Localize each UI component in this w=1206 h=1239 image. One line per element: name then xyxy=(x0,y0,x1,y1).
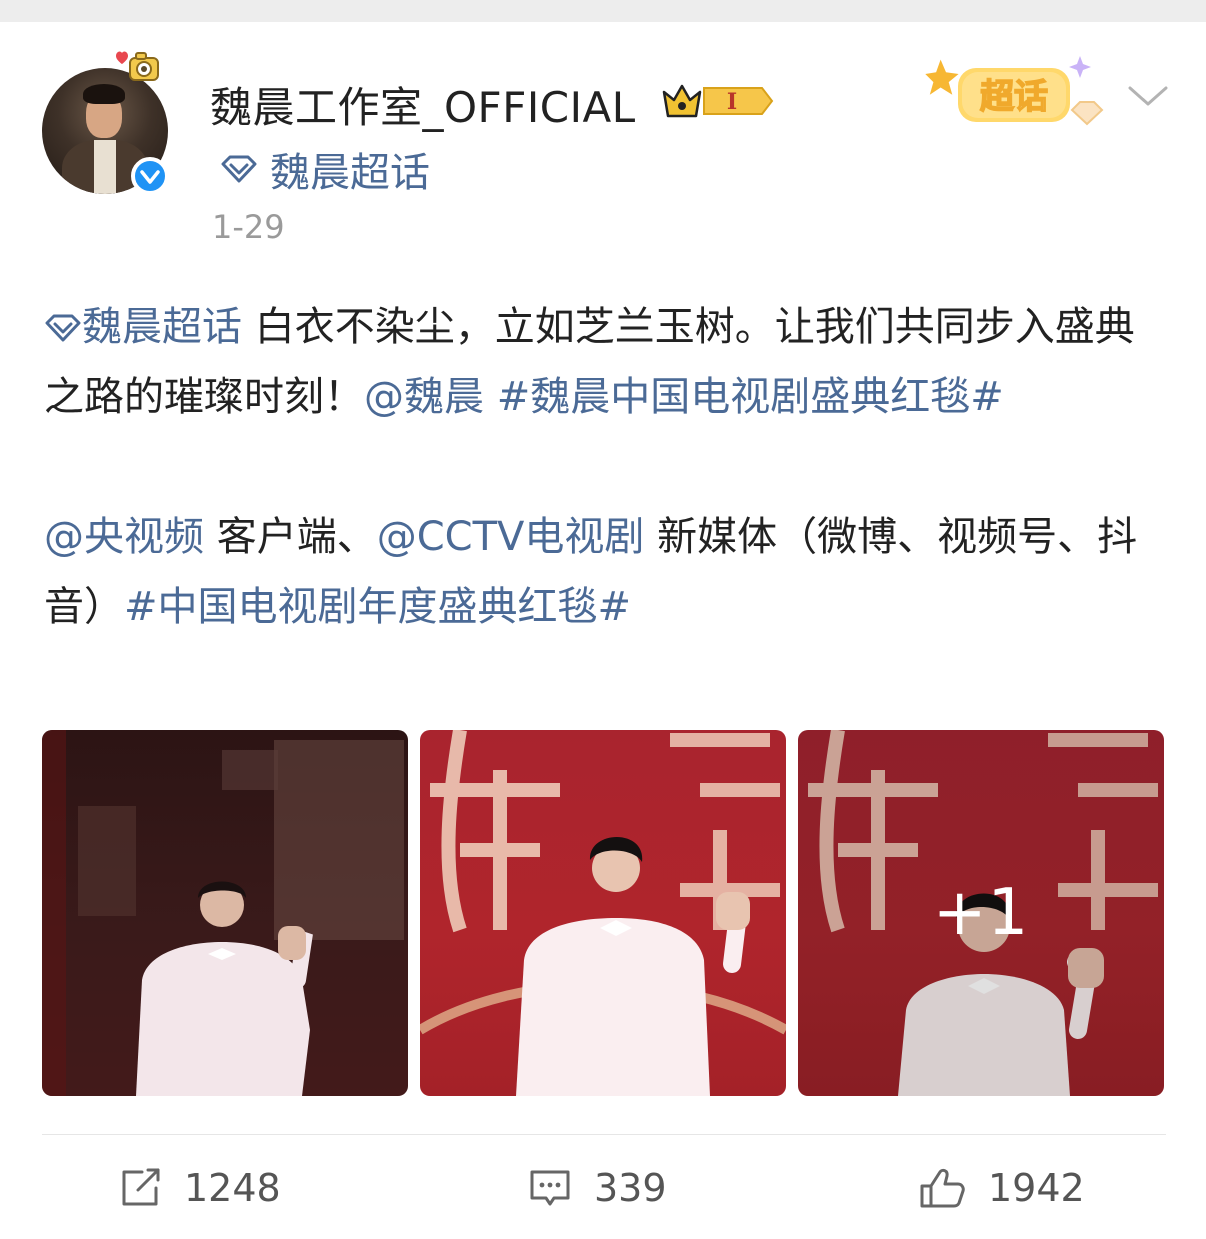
post-supertopic-text: 魏晨超话 xyxy=(82,304,242,350)
level-badge-text: I xyxy=(727,89,737,115)
photo-2[interactable] xyxy=(420,730,786,1096)
text-space xyxy=(484,374,497,420)
username[interactable]: 魏晨工作室_OFFICIAL xyxy=(210,74,636,135)
top-gray-strip xyxy=(0,0,1206,22)
hashtag-weichen-red-carpet[interactable]: #魏晨中国电视剧盛典红毯# xyxy=(497,374,1004,420)
chaohua-badge-icon[interactable]: 超话 xyxy=(918,52,1108,132)
mention-weichen[interactable]: @魏晨 xyxy=(364,374,484,420)
avatar-shirt xyxy=(94,140,116,194)
diamond-topic-icon xyxy=(45,314,81,342)
more-photos-label: +1 xyxy=(798,730,1164,1096)
comment-button[interactable]: 339 xyxy=(528,1160,667,1216)
photo-3[interactable]: +1 xyxy=(798,730,1164,1096)
crown-level-icon[interactable]: I xyxy=(660,80,776,122)
comment-icon xyxy=(530,1170,570,1206)
post-body-text-2: 客户端、 xyxy=(204,514,377,560)
like-count: 1942 xyxy=(988,1166,1085,1210)
post-text: 魏晨超话 白衣不染尘，立如芝兰玉树。让我们共同步入盛典之路的璀璨时刻！@魏晨 #… xyxy=(44,292,1168,642)
repost-icon xyxy=(122,1168,160,1206)
mention-yangshipin[interactable]: @央视频 xyxy=(44,514,204,560)
comment-count: 339 xyxy=(594,1166,667,1210)
action-bar: 1248 339 1942 xyxy=(0,1160,1206,1216)
diamond-topic-icon xyxy=(221,155,257,183)
supertopic-label: 魏晨超话 xyxy=(270,150,430,196)
camera-deco-icon xyxy=(116,51,159,81)
like-icon xyxy=(920,1168,965,1208)
chevron-down-icon[interactable] xyxy=(1126,80,1170,112)
like-button[interactable]: 1942 xyxy=(918,1160,1085,1216)
timestamp: 1-29 xyxy=(212,208,285,246)
supertopic-link[interactable]: 魏晨超话 xyxy=(220,140,430,198)
hashtag-tv-awards-red-carpet[interactable]: #中国电视剧年度盛典红毯# xyxy=(124,584,631,630)
repost-button[interactable]: 1248 xyxy=(118,1160,281,1216)
divider xyxy=(42,1134,1166,1135)
repost-count: 1248 xyxy=(184,1166,281,1210)
post-supertopic-link[interactable]: 魏晨超话 xyxy=(44,304,242,350)
photo-1[interactable] xyxy=(42,730,408,1096)
photo-grid: +1 xyxy=(42,730,1166,1096)
mention-cctv-tv-series[interactable]: @CCTV电视剧 xyxy=(377,514,645,560)
chaohua-badge-text: 超话 xyxy=(980,77,1048,117)
verified-icon xyxy=(131,157,169,195)
